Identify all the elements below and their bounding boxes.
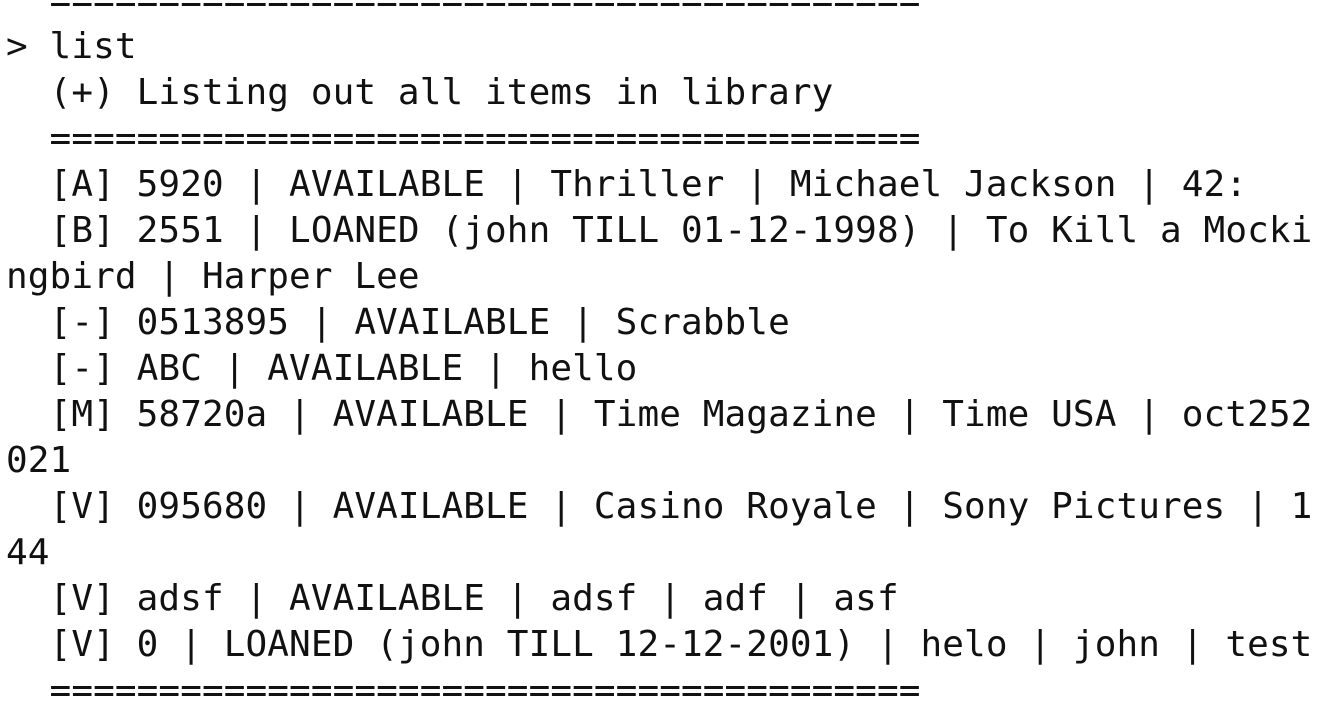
library-item-line: [V] adsf | AVAILABLE | adsf | adf | asf <box>6 578 899 619</box>
terminal-output: ========================================… <box>6 0 1312 714</box>
library-item-line: [V] 0 | LOANED (john TILL 12-12-2001) | … <box>6 624 1313 665</box>
separator-line: ======================================== <box>6 118 921 159</box>
library-item-line: [-] ABC | AVAILABLE | hello <box>6 348 638 389</box>
library-item-line: [M] 58720a | AVAILABLE | Time Magazine |… <box>6 394 1313 435</box>
library-item-line: [B] 2551 | LOANED (john TILL 01-12-1998)… <box>6 210 1313 251</box>
terminal-window[interactable]: ========================================… <box>0 0 1326 716</box>
separator-line: ======================================== <box>6 670 921 711</box>
info-message-line: (+) Listing out all items in library <box>6 72 834 113</box>
library-item-line: [V] 095680 | AVAILABLE | Casino Royale |… <box>6 486 1313 527</box>
separator-line: ======================================== <box>6 0 921 21</box>
library-item-line: [A] 5920 | AVAILABLE | Thriller | Michae… <box>6 164 1248 205</box>
command-prompt-line: > list <box>6 26 137 67</box>
library-item-line-wrap: ngbird | Harper Lee <box>6 256 420 297</box>
library-item-line-wrap: 44 <box>6 532 50 573</box>
library-item-line: [-] 0513895 | AVAILABLE | Scrabble <box>6 302 790 343</box>
library-item-line-wrap: 021 <box>6 440 72 481</box>
